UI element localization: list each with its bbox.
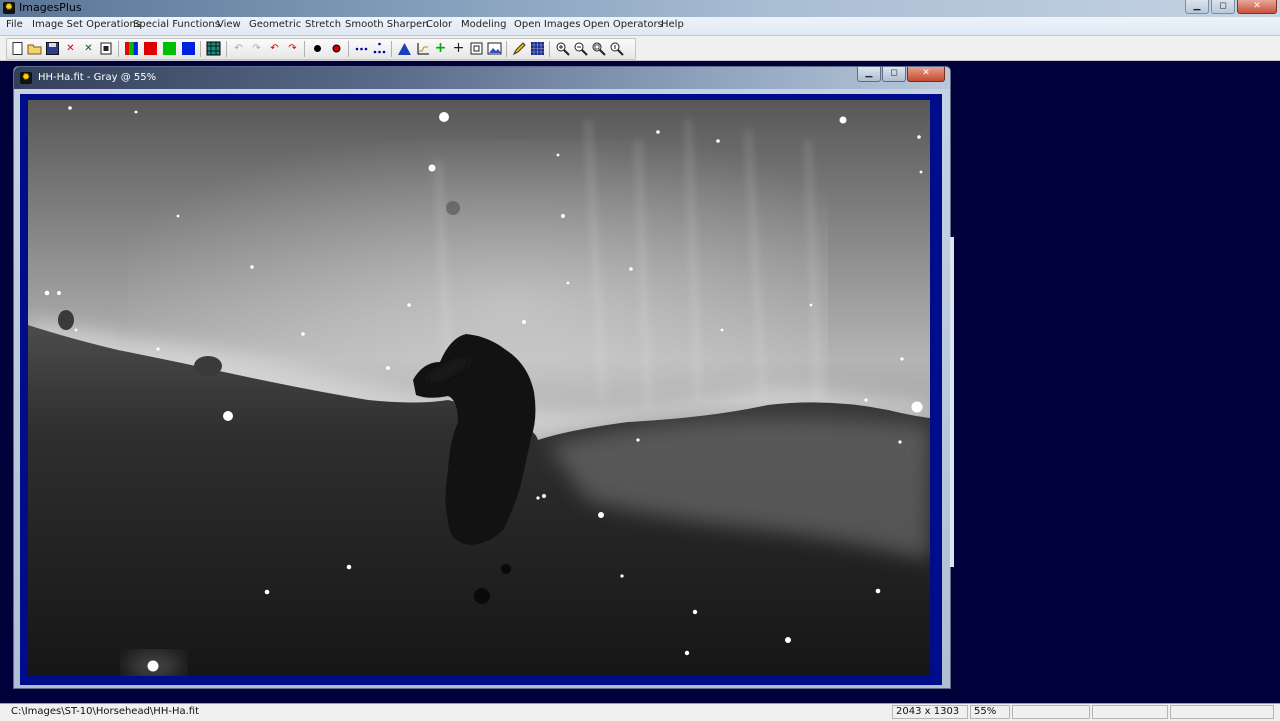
image-icon[interactable] [487, 41, 502, 56]
status-zoom: 55% [970, 705, 1010, 719]
pencil-icon[interactable] [512, 41, 527, 56]
status-file-path: C:\Images\ST-10\Horsehead\HH-Ha.fit [11, 706, 199, 717]
redo-icon[interactable]: ↷ [249, 41, 264, 56]
image-window: ✹ HH-Ha.fit - Gray @ 55% ▁ ◻ ✕ [13, 66, 954, 689]
new-icon[interactable] [10, 41, 25, 56]
dots-line-icon[interactable] [354, 41, 369, 56]
matrix-icon[interactable] [530, 41, 545, 56]
status-panel-empty [1170, 705, 1274, 719]
axis-icon[interactable] [415, 41, 430, 56]
image-window-title: HH-Ha.fit - Gray @ 55% [38, 72, 157, 83]
close-icon[interactable]: ✕ [1237, 0, 1277, 14]
minimize-icon[interactable]: ▁ [1185, 0, 1209, 14]
toolbar-separator [118, 41, 119, 57]
image-window-title-bar[interactable]: ✹ HH-Ha.fit - Gray @ 55% ▁ ◻ ✕ [14, 67, 950, 89]
zoom-in-icon[interactable] [555, 41, 570, 56]
dots-split-icon[interactable] [372, 41, 387, 56]
child-close-icon[interactable]: ✕ [907, 67, 945, 82]
status-panel-empty [1092, 705, 1168, 719]
zoom-fit-icon[interactable] [591, 41, 606, 56]
histogram-icon[interactable] [397, 41, 412, 56]
box-icon[interactable] [469, 41, 484, 56]
menu-file[interactable]: File [6, 19, 23, 30]
toolbar: ✕ ✕ ↶ ↷ ↶ ↷ + + [0, 36, 1280, 61]
nebula-image[interactable] [28, 100, 930, 676]
toolbar-separator [226, 41, 227, 57]
save-icon[interactable] [45, 41, 60, 56]
menu-modeling[interactable]: Modeling [461, 19, 507, 30]
zoom-out-icon[interactable] [573, 41, 588, 56]
open-icon[interactable] [27, 41, 42, 56]
close-green-icon[interactable]: ✕ [81, 41, 96, 56]
menu-view[interactable]: View [217, 19, 241, 30]
toolbar-separator [506, 41, 507, 57]
grid-icon[interactable] [206, 41, 221, 56]
child-maximize-icon[interactable]: ◻ [882, 67, 906, 82]
window-edge [950, 237, 954, 567]
green-channel-icon[interactable] [162, 41, 177, 56]
status-panel-empty [1012, 705, 1090, 719]
app-title: ImagesPlus [19, 1, 82, 14]
copy-icon[interactable] [99, 41, 114, 56]
menu-help[interactable]: Help [661, 19, 684, 30]
menu-image-set-operations[interactable]: Image Set Operations [32, 19, 141, 30]
undo-icon[interactable]: ↶ [231, 41, 246, 56]
menu-geometric[interactable]: Geometric [249, 19, 301, 30]
menu-special-functions[interactable]: Special Functions [133, 19, 220, 30]
app-logo-icon: ✹ [3, 2, 15, 14]
menu-stretch[interactable]: Stretch [305, 19, 341, 30]
rgb-icon[interactable] [124, 41, 139, 56]
menu-smooth-sharpen[interactable]: Smooth Sharpen [345, 19, 429, 30]
status-bar: C:\Images\ST-10\Horsehead\HH-Ha.fit 2043… [0, 703, 1280, 721]
toolbar-separator [391, 41, 392, 57]
child-minimize-icon[interactable]: ▁ [857, 67, 881, 82]
image-window-icon: ✹ [20, 72, 32, 84]
app-title-bar: ✹ ImagesPlus ▁ ◻ ✕ [0, 0, 1280, 17]
toolbar-strip: ✕ ✕ ↶ ↷ ↶ ↷ + + [6, 38, 636, 60]
menu-color[interactable]: Color [426, 19, 452, 30]
redo-red-icon[interactable]: ↷ [285, 41, 300, 56]
green-cross-icon[interactable]: + [433, 41, 448, 56]
toolbar-separator [304, 41, 305, 57]
close-red-icon[interactable]: ✕ [63, 41, 78, 56]
toolbar-separator [348, 41, 349, 57]
nebula-image-graphic [28, 100, 930, 676]
crosshair-icon[interactable]: + [451, 41, 466, 56]
menu-bar: File Image Set Operations Special Functi… [0, 17, 1280, 36]
undo-red-icon[interactable]: ↶ [267, 41, 282, 56]
circle-red-icon[interactable] [329, 41, 344, 56]
blue-channel-icon[interactable] [181, 41, 196, 56]
toolbar-separator [200, 41, 201, 57]
maximize-icon[interactable]: ◻ [1211, 0, 1235, 14]
toolbar-separator [549, 41, 550, 57]
menu-open-operators[interactable]: Open Operators [583, 19, 663, 30]
red-channel-icon[interactable] [143, 41, 158, 56]
menu-open-images[interactable]: Open Images [514, 19, 580, 30]
status-dimensions: 2043 x 1303 [892, 705, 968, 719]
circle-black-icon[interactable] [310, 41, 325, 56]
image-canvas-frame [20, 94, 942, 685]
zoom-actual-icon[interactable] [609, 41, 624, 56]
